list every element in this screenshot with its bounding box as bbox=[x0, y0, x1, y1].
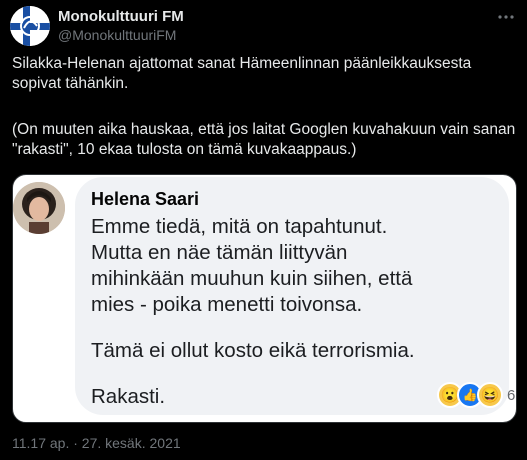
tweet-text-paragraph-1: Silakka-Helenan ajattomat sanat Hämeenli… bbox=[12, 54, 517, 94]
tweet-timestamp[interactable]: 11.17 ap. · 27. kesäk. 2021 bbox=[12, 435, 181, 451]
more-options-button[interactable] bbox=[495, 6, 517, 28]
tweet-text-line: (On muuten aika hauskaa, että jos laitat… bbox=[12, 121, 516, 138]
comment-bubble: Helena Saari Emme tiedä, mitä on tapahtu… bbox=[75, 177, 509, 415]
commenter-name: Helena Saari bbox=[91, 189, 200, 209]
attached-image[interactable]: Helena Saari Emme tiedä, mitä on tapahtu… bbox=[12, 174, 517, 423]
portrait-icon bbox=[13, 182, 65, 234]
tweet-text-paragraph-2: (On muuten aika hauskaa, että jos laitat… bbox=[12, 120, 517, 160]
tweet-text-line: Silakka-Helenan ajattomat sanat Hämeenli… bbox=[12, 55, 472, 72]
more-dots-icon bbox=[498, 15, 514, 19]
comment-line: Emme tiedä, mitä on tapahtunut. bbox=[91, 215, 388, 238]
tweet-text-line: sopivat tähänkin. bbox=[12, 75, 129, 92]
comment-line: Mutta en näe tämän liittyvän bbox=[91, 241, 348, 264]
haha-icon: 😆 bbox=[477, 382, 503, 408]
flag-logo-icon bbox=[10, 6, 50, 46]
comment-line: mies - poika menetti toivonsa. bbox=[91, 293, 363, 316]
comment-line: mihinkään muuhun kuin siihen, että bbox=[91, 267, 413, 290]
reactions-summary: 😮 👍 😆 6 bbox=[437, 381, 515, 409]
author-avatar[interactable] bbox=[10, 6, 50, 46]
commenter-avatar bbox=[13, 182, 65, 234]
author-handle[interactable]: @MonokulttuuriFM bbox=[58, 27, 176, 43]
reaction-count: 6 bbox=[507, 386, 516, 404]
tweet[interactable]: Monokulttuuri FM @MonokulttuuriFM Silakk… bbox=[0, 0, 527, 460]
comment-line: Rakasti. bbox=[91, 385, 166, 408]
author-name[interactable]: Monokulttuuri FM bbox=[58, 8, 184, 25]
tweet-text-line: "rakasti", 10 ekaa tulosta on tämä kuvak… bbox=[12, 141, 357, 158]
comment-line: Tämä ei ollut kosto eikä terrorismia. bbox=[91, 339, 415, 362]
